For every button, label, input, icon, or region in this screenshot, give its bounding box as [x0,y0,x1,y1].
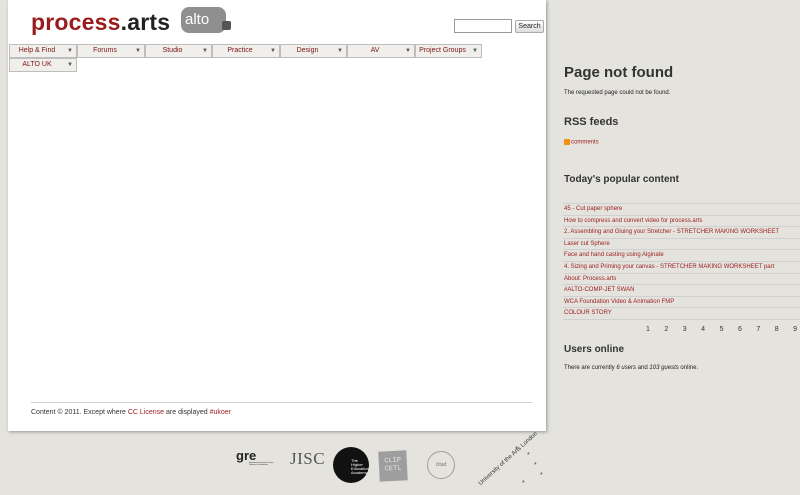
nav-forums[interactable]: Forums ▼ [77,44,145,58]
nav-label: AV [370,47,380,54]
chevron-down-icon: ▼ [270,48,276,54]
page-title: Page not found [564,64,674,81]
ual-logo[interactable]: University of the Arts London [478,431,539,487]
nav-label: Practice [227,47,253,54]
page-link[interactable]: 7 [756,326,774,333]
users-online-heading: Users online [564,344,625,355]
clip-cetl-logo[interactable]: CLIP CETL [378,450,408,482]
rss-icon[interactable] [564,139,570,145]
chevron-down-icon: ▼ [405,48,411,54]
gre-subtitle: Greenwich Centre for Open Resource Produ… [249,462,274,466]
logo-arts: .arts [120,9,171,35]
alto-dot [222,21,231,30]
footer-divider [31,402,532,403]
nav-label: ALTO UK [22,61,52,68]
list-item[interactable]: 2. Assembling and Gluing your Stretcher … [563,227,800,239]
guests-count: 103 guests [649,365,679,371]
chevron-down-icon: ▼ [67,62,73,68]
page-link[interactable]: 4 [701,326,719,333]
footer-prefix: Content © 2011. Except where [31,409,128,416]
page-link[interactable]: 9 [793,326,800,333]
list-item[interactable]: #ALTO-COMP-JET SWAN [563,285,800,297]
users-middle: and [636,365,650,371]
list-item[interactable]: 4. Sizing and Priming your canvas - STRE… [563,262,800,274]
nav-label: Project Groups [419,47,466,54]
list-item[interactable]: How to compress and convert video for pr… [563,216,800,228]
list-item[interactable]: Laser cut Sphere [563,239,800,251]
nav-label: Forums [93,47,117,54]
nav-practice[interactable]: Practice ▼ [212,44,280,58]
star-icon: * [534,462,537,469]
star-icon: * [522,480,525,487]
star-icon: * [527,452,530,459]
users-count: 6 users [616,365,637,371]
rss-comments-row: comments [564,139,599,146]
page-link[interactable]: 3 [683,326,701,333]
users-online-text: There are currently 6 users and 103 gues… [564,365,698,371]
star-icon: * [540,472,543,479]
nav-av[interactable]: AV ▼ [347,44,415,58]
chevron-down-icon: ▼ [135,48,141,54]
ukoer-link[interactable]: #ukoer [210,409,231,416]
list-item[interactable]: WCA Foundation Video & Animation FMP [563,297,800,309]
list-item[interactable]: 45 - Cut paper sphere [563,204,800,216]
nav-studio[interactable]: Studio ▼ [145,44,212,58]
footer-middle: are displayed [164,409,210,416]
chevron-down-icon: ▼ [472,48,478,54]
not-found-message: The requested page could not be found. [564,90,671,96]
nav-label: Studio [162,47,183,54]
pager: 123456789 [646,326,800,333]
page-link[interactable]: 1 [646,326,664,333]
rss-heading: RSS feeds [564,116,619,128]
site-logo[interactable]: process.arts [31,9,170,36]
users-prefix: There are currently [564,365,617,371]
main-panel: process.arts alto Search Help & Find ▼ F… [8,0,546,431]
popular-heading: Today's popular content [564,174,679,185]
list-item[interactable]: About: Process.arts [563,274,800,286]
jisc-logo[interactable]: JISC [290,449,325,469]
cltad-logo[interactable]: cltad [427,451,455,479]
chevron-down-icon: ▼ [202,48,208,54]
search-button[interactable]: Search [515,20,544,33]
nav-label: Design [296,47,319,54]
gre-wordmark: gre [236,448,257,463]
page-link[interactable]: 6 [738,326,756,333]
alto-badge[interactable]: alto [181,7,231,33]
rss-comments-link[interactable]: comments [571,140,599,146]
popular-list: 45 - Cut paper sphere How to compress an… [563,203,800,320]
page-link[interactable]: 8 [775,326,793,333]
nav-alto-uk[interactable]: ALTO UK ▼ [9,58,77,72]
footer-copyright: Content © 2011. Except where CC License … [31,409,231,416]
star-icon: * [515,446,518,453]
chevron-down-icon: ▼ [337,48,343,54]
hea-logo[interactable]: The Higher Education Academy [333,447,369,483]
nav-label: Help & Find [18,47,56,54]
list-item[interactable]: Face and hand casting using Alginate [563,250,800,262]
nav-project-groups[interactable]: Project Groups ▼ [415,44,482,58]
chevron-down-icon: ▼ [67,48,73,54]
page-link[interactable]: 5 [720,326,738,333]
alto-label: alto [185,11,210,28]
list-item[interactable]: COLOUR STORY [563,308,800,320]
page-link[interactable]: 2 [664,326,682,333]
gre-logo[interactable]: gre Greenwich Centre for Open Resource P… [236,448,273,466]
nav-help-find[interactable]: Help & Find ▼ [9,44,77,58]
cc-license-link[interactable]: CC License [128,409,164,416]
search-input[interactable] [454,19,512,33]
nav-design[interactable]: Design ▼ [280,44,347,58]
logo-process: process [31,9,121,35]
users-suffix: online. [678,365,699,371]
